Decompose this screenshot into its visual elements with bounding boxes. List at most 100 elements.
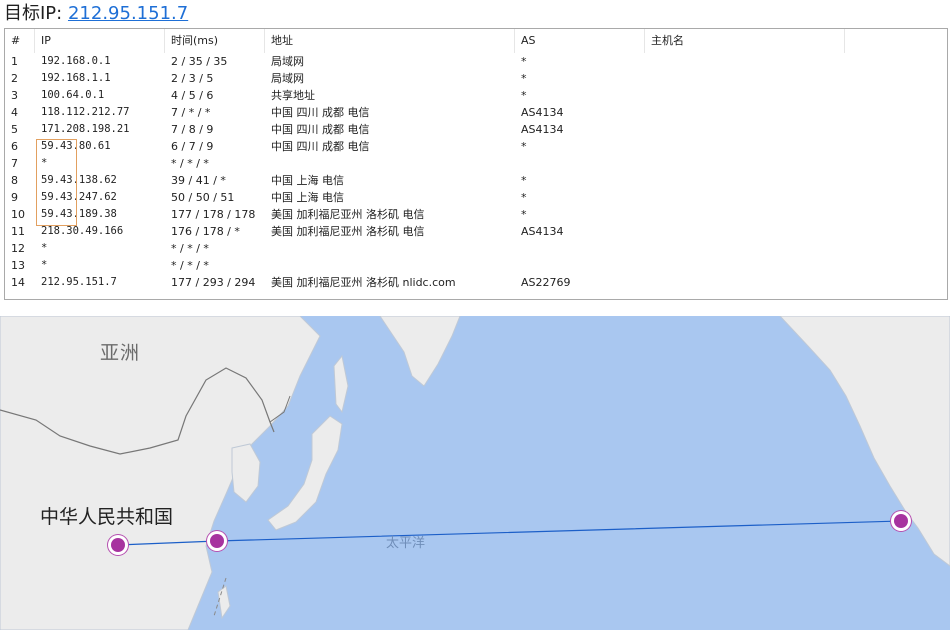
hop-hostname	[645, 172, 845, 189]
column-header-location[interactable]: 地址	[265, 29, 515, 53]
hop-marker-chengdu[interactable]	[108, 535, 128, 555]
hop-ip: *	[41, 157, 48, 169]
hop-ip: 118.112.212.77	[41, 106, 130, 118]
hop-hostname	[645, 274, 845, 291]
table-header-row: # IP 时间(ms) 地址 AS 主机名	[5, 29, 947, 53]
target-ip-link[interactable]: 212.95.151.7	[68, 3, 188, 24]
hop-time: 7 / * / *	[171, 106, 211, 119]
hop-time: 2 / 35 / 35	[171, 55, 228, 68]
map-label-pacific: 太平洋	[386, 536, 426, 551]
north-america-landmass	[779, 316, 950, 567]
hop-number: 2	[11, 72, 18, 85]
japan-landmass	[267, 415, 343, 531]
table-row[interactable]: 11 218.30.49.166 176 / 178 / * 美国 加利福尼亚州…	[5, 223, 947, 240]
target-ip-label: 目标IP:	[4, 3, 63, 24]
hop-hostname	[645, 87, 845, 104]
hop-location: 局域网	[271, 72, 304, 85]
sakhalin-landmass	[333, 354, 349, 414]
map-label-asia: 亚洲	[100, 342, 141, 364]
hop-as: *	[521, 191, 527, 204]
table-row[interactable]: 10 59.43.189.38 177 / 178 / 178 美国 加利福尼亚…	[5, 206, 947, 223]
taiwan-landmass	[217, 585, 231, 620]
hop-as: *	[521, 72, 527, 85]
route-line	[117, 520, 902, 546]
table-row[interactable]: 8 59.43.138.62 39 / 41 / * 中国 上海 电信 *	[5, 172, 947, 189]
table-row[interactable]: 2 192.168.1.1 2 / 3 / 5 局域网 *	[5, 70, 947, 87]
hop-ip: *	[41, 259, 48, 271]
hop-location: 中国 四川 成都 电信	[271, 140, 370, 153]
hop-time: 7 / 8 / 9	[171, 123, 214, 136]
column-header-as[interactable]: AS	[515, 29, 645, 53]
hop-time: 39 / 41 / *	[171, 174, 226, 187]
traceroute-table: # IP 时间(ms) 地址 AS 主机名 1 192.168.0.1 2 / …	[4, 28, 948, 300]
hop-hostname	[645, 53, 845, 70]
hop-number: 10	[11, 208, 25, 221]
table-body: 1 192.168.0.1 2 / 35 / 35 局域网 * 2 192.16…	[5, 53, 947, 291]
kamchatka-landmass	[379, 316, 461, 387]
hop-ip: 212.95.151.7	[41, 276, 117, 288]
hop-as	[515, 155, 645, 172]
hop-time: * / * / *	[171, 242, 209, 255]
hop-ip: 59.43.189.38	[41, 208, 117, 220]
hop-time: 176 / 178 / *	[171, 225, 240, 238]
hop-time: 177 / 178 / 178	[171, 208, 256, 221]
hop-number: 13	[11, 259, 25, 272]
hop-hostname	[645, 206, 845, 223]
hop-time: * / * / *	[171, 157, 209, 170]
table-row[interactable]: 12 * * / * / *	[5, 240, 947, 257]
hop-as	[515, 257, 645, 274]
hop-location: 中国 四川 成都 电信	[271, 123, 370, 136]
hop-time: 6 / 7 / 9	[171, 140, 214, 153]
hop-ip: 218.30.49.166	[41, 225, 124, 237]
target-ip-header: 目标IP: 212.95.151.7	[0, 0, 950, 28]
hop-location: 中国 四川 成都 电信	[271, 106, 370, 119]
table-row[interactable]: 9 59.43.247.62 50 / 50 / 51 中国 上海 电信 *	[5, 189, 947, 206]
hop-marker-shanghai[interactable]	[207, 531, 227, 551]
hop-as: *	[521, 140, 527, 153]
hop-number: 5	[11, 123, 18, 136]
table-row[interactable]: 5 171.208.198.21 7 / 8 / 9 中国 四川 成都 电信 A…	[5, 121, 947, 138]
table-row[interactable]: 14 212.95.151.7 177 / 293 / 294 美国 加利福尼亚…	[5, 274, 947, 291]
table-row[interactable]: 1 192.168.0.1 2 / 35 / 35 局域网 *	[5, 53, 947, 70]
column-header-time[interactable]: 时间(ms)	[165, 29, 265, 53]
column-header-ip[interactable]: IP	[35, 29, 165, 53]
hop-as: AS4134	[521, 123, 564, 136]
table-row[interactable]: 4 118.112.212.77 7 / * / * 中国 四川 成都 电信 A…	[5, 104, 947, 121]
column-header-hop[interactable]: #	[5, 29, 35, 53]
hop-ip: *	[41, 242, 48, 254]
hop-ip: 192.168.0.1	[41, 55, 111, 67]
column-header-hostname[interactable]: 主机名	[645, 29, 845, 53]
hop-hostname	[645, 155, 845, 172]
hop-time: 50 / 50 / 51	[171, 191, 235, 204]
hop-hostname	[645, 223, 845, 240]
hop-ip: 59.43.247.62	[41, 191, 117, 203]
korea-landmass	[231, 443, 261, 503]
hop-location: 中国 上海 电信	[271, 174, 344, 187]
hop-hostname	[645, 138, 845, 155]
hop-location: 共享地址	[271, 89, 315, 102]
hop-number: 4	[11, 106, 18, 119]
route-map[interactable]: 亚洲 中华人民共和国 太平洋	[0, 316, 950, 630]
hop-ip: 171.208.198.21	[41, 123, 130, 135]
hop-number: 1	[11, 55, 18, 68]
table-row[interactable]: 13 * * / * / *	[5, 257, 947, 274]
hop-number: 8	[11, 174, 18, 187]
hop-number: 9	[11, 191, 18, 204]
hop-ip: 59.43.138.62	[41, 174, 117, 186]
hop-hostname	[645, 104, 845, 121]
marker-dot	[894, 514, 908, 528]
table-row[interactable]: 6 59.43.80.61 6 / 7 / 9 中国 四川 成都 电信 *	[5, 138, 947, 155]
hop-hostname	[645, 189, 845, 206]
hop-hostname	[645, 257, 845, 274]
asia-landmass	[0, 316, 321, 630]
hop-as: AS4134	[521, 225, 564, 238]
hop-number: 6	[11, 140, 18, 153]
hop-marker-los-angeles[interactable]	[891, 511, 911, 531]
table-row[interactable]: 3 100.64.0.1 4 / 5 / 6 共享地址 *	[5, 87, 947, 104]
table-row[interactable]: 7 * * / * / *	[5, 155, 947, 172]
hop-as: *	[521, 208, 527, 221]
hop-time: * / * / *	[171, 259, 209, 272]
marker-dot	[210, 534, 224, 548]
hop-location: 中国 上海 电信	[271, 191, 344, 204]
hop-location: 美国 加利福尼亚州 洛杉矶 nlidc.com	[271, 276, 456, 289]
